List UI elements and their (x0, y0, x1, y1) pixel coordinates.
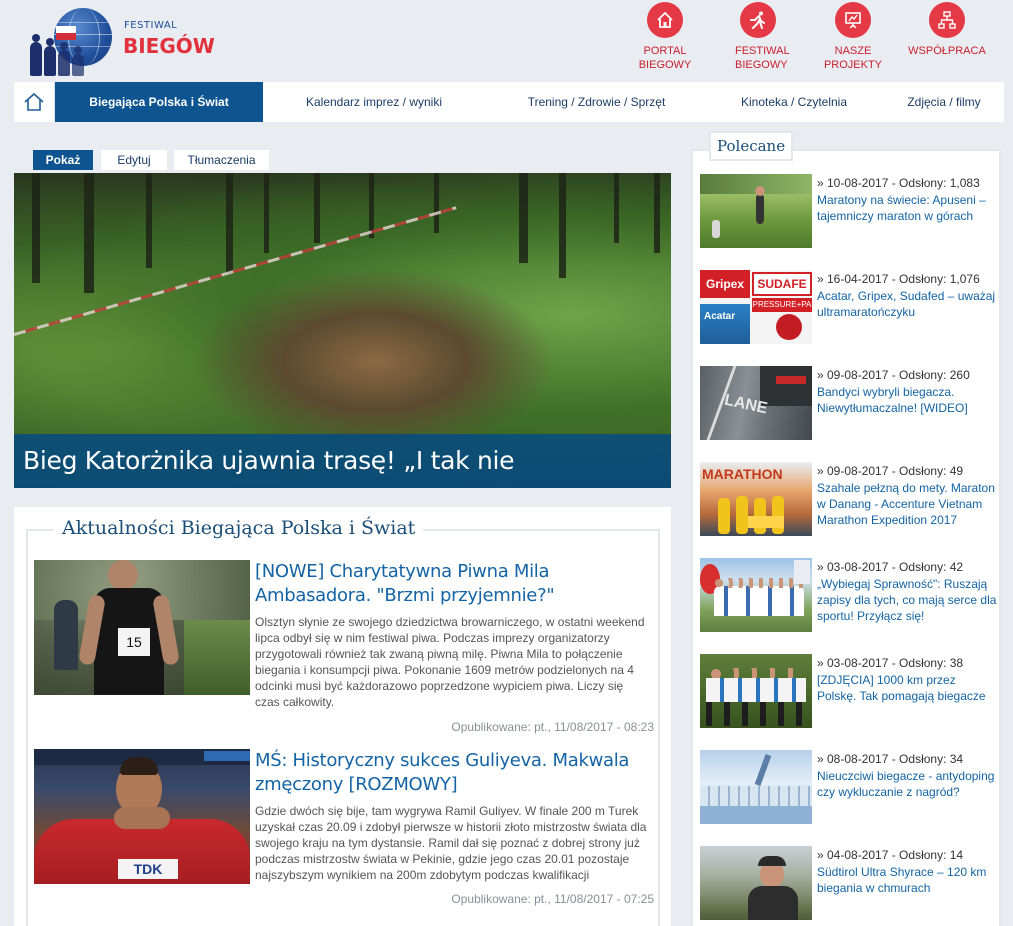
recommended-meta: » 04-08-2017 - Odsłony: 14 (817, 848, 964, 862)
tab-edit[interactable]: Edytuj (101, 150, 167, 170)
recommended-item[interactable]: » 03-08-2017 - Odsłony: 42 „Wybiegaj Spr… (700, 558, 1000, 634)
recommended-item[interactable]: » 03-08-2017 - Odsłony: 38 [ZDJĘCIA] 100… (700, 654, 1000, 730)
recommended-item[interactable]: » 04-08-2017 - Odsłony: 14 Südtirol Ultr… (700, 846, 1000, 922)
recommended-thumbnail[interactable]: LANE (700, 366, 812, 440)
recommended-thumbnail[interactable] (700, 558, 812, 632)
recommended-meta: » 09-08-2017 - Odsłony: 260 (817, 368, 970, 382)
recommended-meta: » 03-08-2017 - Odsłony: 38 (817, 656, 964, 670)
article-thumbnail[interactable]: 15 (34, 560, 250, 695)
recommended-title[interactable]: Acatar, Gripex, Sudafed – uważaj ultrama… (817, 288, 997, 320)
recommended-title[interactable]: Südtirol Ultra Shyrace – 120 km biegania… (817, 864, 997, 896)
recommended-item[interactable]: » 08-08-2017 - Odsłony: 34 Nieuczciwi bi… (700, 750, 1000, 826)
article-date: Opublikowane: pt., 11/08/2017 - 07:25 (451, 892, 654, 906)
top-link-festival[interactable]: FESTIWAL BIEGOWY (728, 0, 790, 72)
tab-translations[interactable]: Tłumaczenia (174, 150, 269, 170)
news-article: 15 [NOWE] Charytatywna Piwna Mila Ambasa… (34, 560, 654, 740)
recommended-thumbnail[interactable] (700, 654, 812, 728)
site-header: FESTIWAL BIEGÓW PORTAL BIEGOWY FESTIWAL … (0, 0, 1013, 82)
product-label: SUDAFE (752, 272, 812, 296)
top-link-cooperation[interactable]: WSPÓŁPRACA (906, 0, 988, 58)
recommended-thumbnail[interactable] (700, 846, 812, 920)
nav-home-button[interactable] (14, 82, 55, 122)
news-panel: Aktualności Biegająca Polska i Świat 15 … (14, 507, 671, 926)
top-link-projects[interactable]: NASZE PROJEKTY (810, 0, 896, 72)
article-title[interactable]: MŚ: Historyczny sukces Guliyeva. Makwala… (255, 749, 651, 797)
nav-item-trening[interactable]: Trening / Zdrowie / Sprzęt (504, 82, 689, 122)
top-link-label: PORTAL BIEGOWY (638, 45, 692, 71)
festival-logo[interactable]: FESTIWAL BIEGÓW (26, 8, 216, 76)
recommended-title[interactable]: Bandyci wybryli biegacza. Niewytłumaczal… (817, 384, 997, 416)
recommended-meta: » 10-08-2017 - Odsłony: 1,083 (817, 176, 980, 190)
nav-item-kinoteka[interactable]: Kinoteka / Czytelnia (724, 82, 864, 122)
article-title[interactable]: [NOWE] Charytatywna Piwna Mila Ambasador… (255, 560, 651, 608)
nav-item-kalendarz[interactable]: Kalendarz imprez / wyniki (279, 82, 469, 122)
article-excerpt: Gdzie dwóch się bije, tam wygrywa Ramil … (255, 804, 647, 882)
top-link-portal[interactable]: PORTAL BIEGOWY (622, 0, 708, 72)
barrier-tape (14, 206, 457, 336)
recommended-title[interactable]: Nieuczciwi biegacze - antydoping czy wyk… (817, 768, 997, 800)
product-label: PRESSURE+PA (752, 298, 812, 312)
home-icon (647, 2, 683, 38)
logo-text-small: FESTIWAL (124, 20, 178, 31)
news-section-title: Aktualności Biegająca Polska i Świat (54, 517, 424, 539)
recommended-meta: » 03-08-2017 - Odsłony: 42 (817, 560, 964, 574)
recommended-thumbnail[interactable]: MARATHON (700, 462, 812, 536)
recommended-title[interactable]: [ZDJĘCIA] 1000 km przez Polskę. Tak poma… (817, 672, 997, 704)
nav-item-biegajaca-polska[interactable]: Biegająca Polska i Świat (55, 82, 263, 122)
recommended-item[interactable]: MARATHON » 09-08-2017 - Odsłony: 49 Szah… (700, 462, 1000, 538)
product-label: Acatar (700, 304, 750, 344)
hero-banner[interactable]: Bieg Katorżnika ujawnia trasę! „I tak ni… (14, 173, 671, 488)
article-date: Opublikowane: pt., 11/08/2017 - 08:23 (451, 720, 654, 734)
bib-number: 15 (118, 628, 150, 656)
recommended-meta: » 09-08-2017 - Odsłony: 49 (817, 464, 964, 478)
main-nav: Biegająca Polska i Świat Kalendarz impre… (14, 82, 1004, 122)
home-icon (24, 92, 44, 111)
recommended-title[interactable]: Szahale pełzną do mety. Maraton w Danang… (817, 480, 997, 528)
sidebar-title: Polecane (709, 131, 794, 161)
recommended-thumbnail[interactable]: Gripex SUDAFE PRESSURE+PA Acatar (700, 270, 812, 344)
product-label: Gripex (700, 270, 750, 298)
recommended-meta: » 08-08-2017 - Odsłony: 34 (817, 752, 964, 766)
network-icon (929, 2, 965, 38)
recommended-meta: » 16-04-2017 - Odsłony: 1,076 (817, 272, 980, 286)
recommended-title[interactable]: „Wybiegaj Sprawność": Ruszają zapisy dla… (817, 576, 997, 624)
top-link-label: NASZE PROJEKTY (823, 45, 883, 71)
logo-text-big: BIEGÓW (123, 34, 215, 58)
recommended-thumbnail[interactable] (700, 174, 812, 248)
top-link-label: FESTIWAL BIEGOWY (735, 45, 790, 71)
presentation-icon (835, 2, 871, 38)
runners-icon (28, 32, 94, 76)
top-link-label: WSPÓŁPRACA (908, 45, 986, 57)
news-article: TDK MŚ: Historyczny sukces Guliyeva. Mak… (34, 749, 654, 926)
nav-item-zdjecia[interactable]: Zdjęcia / filmy (894, 82, 994, 122)
recommended-title[interactable]: Maratony na świecie: Apuseni – tajemnicz… (817, 192, 997, 224)
recommended-thumbnail[interactable] (700, 750, 812, 824)
article-excerpt: Olsztyn słynie ze swojego dziedzictwa br… (255, 615, 645, 709)
hero-caption[interactable]: Bieg Katorżnika ujawnia trasę! „I tak ni… (14, 434, 671, 488)
banner-text: MARATHON (702, 466, 783, 482)
article-thumbnail[interactable]: TDK (34, 749, 250, 884)
sponsor-text: TDK (118, 859, 178, 879)
recommended-item[interactable]: Gripex SUDAFE PRESSURE+PA Acatar » 16-04… (700, 270, 1000, 346)
runner-icon (740, 2, 776, 38)
recommended-item[interactable]: » 10-08-2017 - Odsłony: 1,083 Maratony n… (700, 174, 1000, 250)
recommended-item[interactable]: LANE » 09-08-2017 - Odsłony: 260 Bandyci… (700, 366, 1000, 442)
tab-show[interactable]: Pokaż (33, 150, 93, 170)
